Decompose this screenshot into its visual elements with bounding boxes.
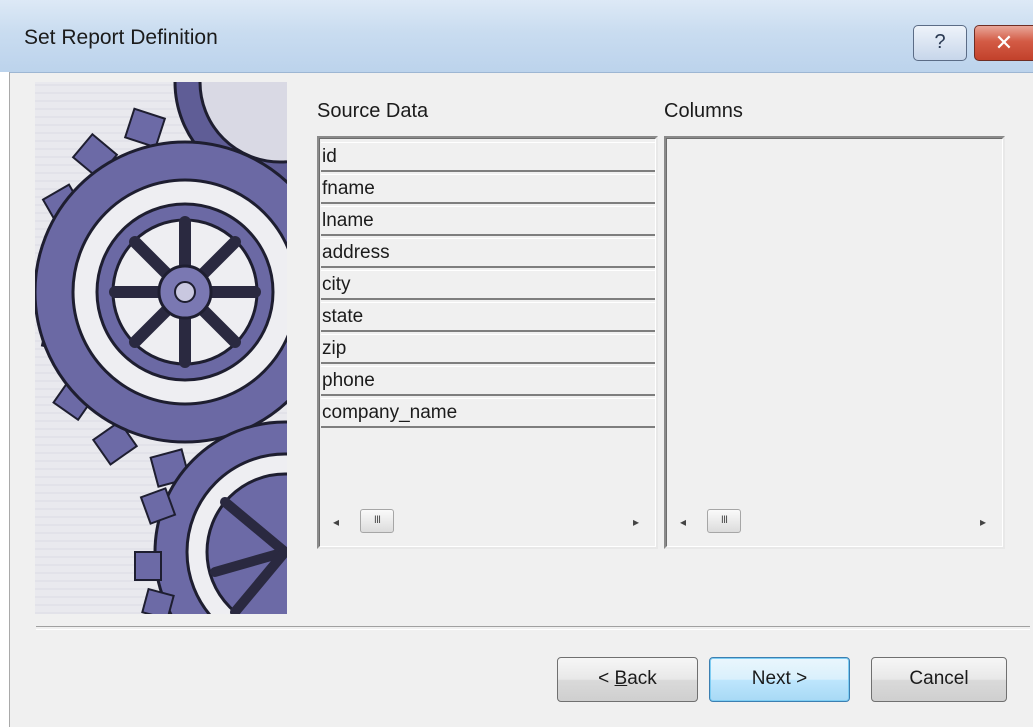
horizontal-scrollbar[interactable]: ◂ III ▸ (668, 507, 1002, 537)
list-item[interactable]: city (321, 270, 655, 300)
help-icon: ? (934, 31, 946, 53)
back-button[interactable]: < Back (557, 657, 698, 702)
next-button[interactable]: Next > (709, 657, 850, 702)
back-button-prefix: < (598, 668, 615, 689)
back-button-label: ack (627, 668, 657, 689)
scroll-thumb[interactable]: III (360, 509, 394, 533)
back-button-mnemonic: B (614, 668, 628, 689)
scroll-left-icon[interactable]: ◂ (680, 515, 686, 529)
list-item[interactable]: zip (321, 334, 655, 364)
columns-label: Columns (664, 100, 743, 122)
list-item[interactable]: id (321, 142, 655, 172)
scroll-right-icon[interactable]: ▸ (980, 515, 986, 529)
list-item[interactable]: lname (321, 206, 655, 236)
title-bar: Set Report Definition ? ✕ (0, 0, 1033, 73)
gears-illustration (35, 82, 287, 614)
close-button[interactable]: ✕ (974, 25, 1033, 61)
window-title: Set Report Definition (24, 26, 218, 49)
list-item[interactable]: address (321, 238, 655, 268)
separator (36, 626, 1030, 630)
columns-list[interactable]: ◂ III ▸ (664, 136, 1005, 549)
source-data-label: Source Data (317, 100, 429, 122)
list-item[interactable]: fname (321, 174, 655, 204)
list-item[interactable]: phone (321, 366, 655, 396)
list-item[interactable]: company_name (321, 398, 655, 428)
close-icon: ✕ (994, 30, 1014, 55)
scroll-thumb[interactable]: III (707, 509, 741, 533)
columns-list-frame (666, 138, 1003, 547)
gears-image (35, 82, 287, 614)
horizontal-scrollbar[interactable]: ◂ III ▸ (321, 507, 655, 537)
help-button[interactable]: ? (913, 25, 967, 61)
scroll-left-icon[interactable]: ◂ (333, 515, 339, 529)
source-data-list[interactable]: id fname lname address city state zip ph… (317, 136, 658, 549)
list-item[interactable]: state (321, 302, 655, 332)
scroll-right-icon[interactable]: ▸ (633, 515, 639, 529)
cancel-button[interactable]: Cancel (871, 657, 1007, 702)
window-frame (0, 72, 10, 727)
